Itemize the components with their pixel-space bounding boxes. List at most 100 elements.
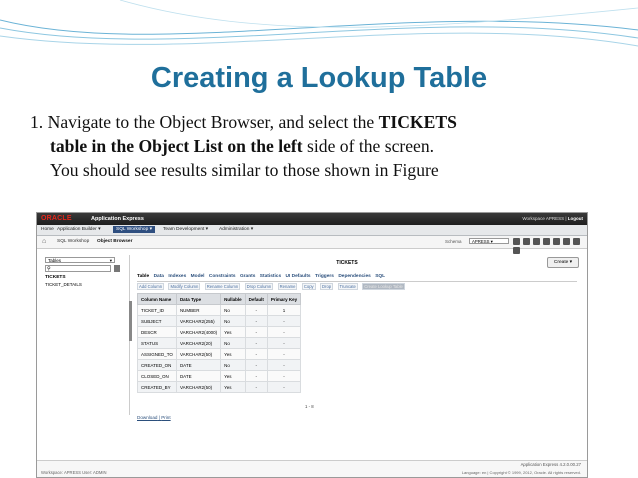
instruction-line1: Navigate to the Object Browser, and sele… [47, 112, 379, 132]
table-row: CREATED_BY VARCHAR2(50) Yes - - [137, 381, 302, 393]
apex-footer: Application Express 4.2.0.00.27 Workspac… [37, 460, 587, 477]
cell: - [266, 381, 302, 393]
object-type-select[interactable]: Tables ▾ [45, 257, 115, 263]
index-icon[interactable] [533, 238, 540, 245]
menu-home[interactable]: Home [41, 227, 54, 232]
table-actions: Add Column Modify Column Rename Column D… [137, 283, 577, 291]
cell: - [244, 359, 268, 371]
table-row: CLOSED_ON DATE Yes - - [137, 370, 302, 382]
help-icon[interactable] [513, 247, 520, 254]
object-list-pane: Tables ▾ ⚲ TICKETS TICKET_DETAILS [43, 255, 130, 415]
oracle-logo: ORACLE [41, 215, 72, 222]
table-row: ASSIGNED_TO VARCHAR2(50) Yes - - [137, 348, 302, 360]
search-button[interactable] [114, 265, 120, 272]
type-icon[interactable] [553, 238, 560, 245]
copy-button[interactable]: Copy [301, 283, 316, 290]
cell: - [266, 359, 302, 371]
column-header: Nullable [220, 293, 246, 305]
list-item-ticket-details[interactable]: TICKET_DETAILS [45, 282, 127, 287]
package-icon[interactable] [563, 238, 570, 245]
cell: VARCHAR2(20) [175, 337, 222, 349]
tab-indexes[interactable]: Indexes [168, 274, 186, 279]
product-name: Application Express [91, 216, 144, 222]
cell: - [266, 337, 302, 349]
cell: Yes [220, 348, 246, 360]
breadcrumb-sql-workshop[interactable]: SQL Workshop [57, 239, 89, 244]
truncate-button[interactable]: Truncate [337, 283, 358, 290]
tab-grants[interactable]: Grants [240, 274, 255, 279]
instruction-line1-bold: TICKETS [378, 112, 457, 132]
menu-application-builder[interactable]: Application Builder ▾ [57, 227, 100, 232]
cell: - [244, 304, 268, 316]
pane-splitter[interactable] [129, 301, 132, 341]
cell: - [244, 337, 268, 349]
table-row: DESCR VARCHAR2(4000) Yes - - [137, 326, 302, 338]
cell: VARCHAR2(4000) [175, 326, 222, 338]
add-column-button[interactable]: Add Column [137, 283, 165, 290]
tab-dependencies[interactable]: Dependencies [338, 274, 371, 279]
tab-data[interactable]: Data [154, 274, 164, 279]
refresh-icon[interactable] [573, 238, 580, 245]
pagination-label: 1 - 8 [305, 404, 314, 409]
table-row: SUBJECT VARCHAR2(255) No - - [137, 315, 302, 327]
cell: Yes [220, 370, 246, 382]
cell: CREATED_BY [137, 381, 177, 393]
object-type-value: Tables [48, 258, 62, 263]
cell: VARCHAR2(50) [175, 348, 222, 360]
view-icon[interactable] [523, 238, 530, 245]
tab-table[interactable]: Table [137, 274, 149, 279]
list-item-tickets[interactable]: TICKETS [45, 275, 127, 281]
table-icon[interactable] [513, 238, 520, 245]
slide-title: Creating a Lookup Table [150, 62, 488, 94]
object-search-input[interactable]: ⚲ [45, 265, 111, 272]
cell: No [220, 315, 246, 327]
schema-select[interactable]: APRESS ▾ [469, 238, 509, 244]
menu-team-development[interactable]: Team Development ▾ [163, 227, 208, 232]
tab-triggers[interactable]: Triggers [315, 274, 334, 279]
object-detail-pane: Create ▾ TICKETS Table Data Indexes Mode… [137, 255, 583, 455]
table-row: CREATED_ON DATE No - - [137, 359, 302, 371]
slide-body-text: 1. Navigate to the Object Browser, and s… [30, 110, 610, 182]
logout-link[interactable]: Logout [568, 216, 583, 221]
cell: - [266, 315, 302, 327]
search-icon: ⚲ [47, 266, 51, 272]
tab-statistics[interactable]: Statistics [260, 274, 281, 279]
drop-button[interactable]: Drop [320, 283, 334, 290]
copyright-text: Language: en | Copyright © 1999, 2012, O… [461, 470, 581, 475]
step-number: 1. [30, 112, 44, 132]
workspace-label: Workspace APRESS [522, 216, 565, 221]
cell: SUBJECT [137, 315, 177, 327]
home-icon[interactable]: ⌂ [42, 238, 46, 245]
tab-model[interactable]: Model [191, 274, 205, 279]
print-link[interactable]: Print [161, 415, 170, 420]
chevron-down-icon: ▾ [109, 258, 112, 263]
cell: No [220, 359, 246, 371]
toolbar-icons [513, 238, 587, 256]
column-header: Default [244, 293, 268, 305]
cell: - [266, 348, 302, 360]
drop-column-button[interactable]: Drop Column [244, 283, 274, 290]
version-text: Application Express 4.2.0.00.27 [520, 462, 581, 467]
sequence-icon[interactable] [543, 238, 550, 245]
tab-sql[interactable]: SQL [375, 274, 385, 279]
schema-label: Schema [445, 239, 462, 244]
instruction-line3: You should see results similar to those … [50, 160, 439, 180]
tab-constraints[interactable]: Constraints [209, 274, 236, 279]
table-row: TICKET_ID NUMBER No -1 [137, 304, 302, 316]
download-link[interactable]: Download [137, 415, 157, 420]
create-lookup-table-button[interactable]: Create Lookup Table [362, 283, 405, 290]
menu-sql-workshop[interactable]: SQL Workshop ▾ [113, 226, 155, 233]
column-header: Primary Key [266, 293, 302, 305]
cell: - [244, 315, 268, 327]
object-title: TICKETS [336, 260, 358, 266]
rename-column-button[interactable]: Rename Column [204, 283, 241, 290]
cell: - [266, 326, 302, 338]
apex-screenshot: ORACLE Application Express Workspace APR… [36, 212, 588, 478]
rename-button[interactable]: Rename [277, 283, 298, 290]
menu-administration[interactable]: Administration ▾ [219, 227, 253, 232]
cell: NUMBER [175, 304, 222, 316]
columns-table: Column Name Data Type Nullable Default P… [137, 293, 302, 393]
modify-column-button[interactable]: Modify Column [168, 283, 201, 290]
cell: DATE [175, 370, 222, 382]
tab-ui-defaults[interactable]: UI Defaults [286, 274, 311, 279]
